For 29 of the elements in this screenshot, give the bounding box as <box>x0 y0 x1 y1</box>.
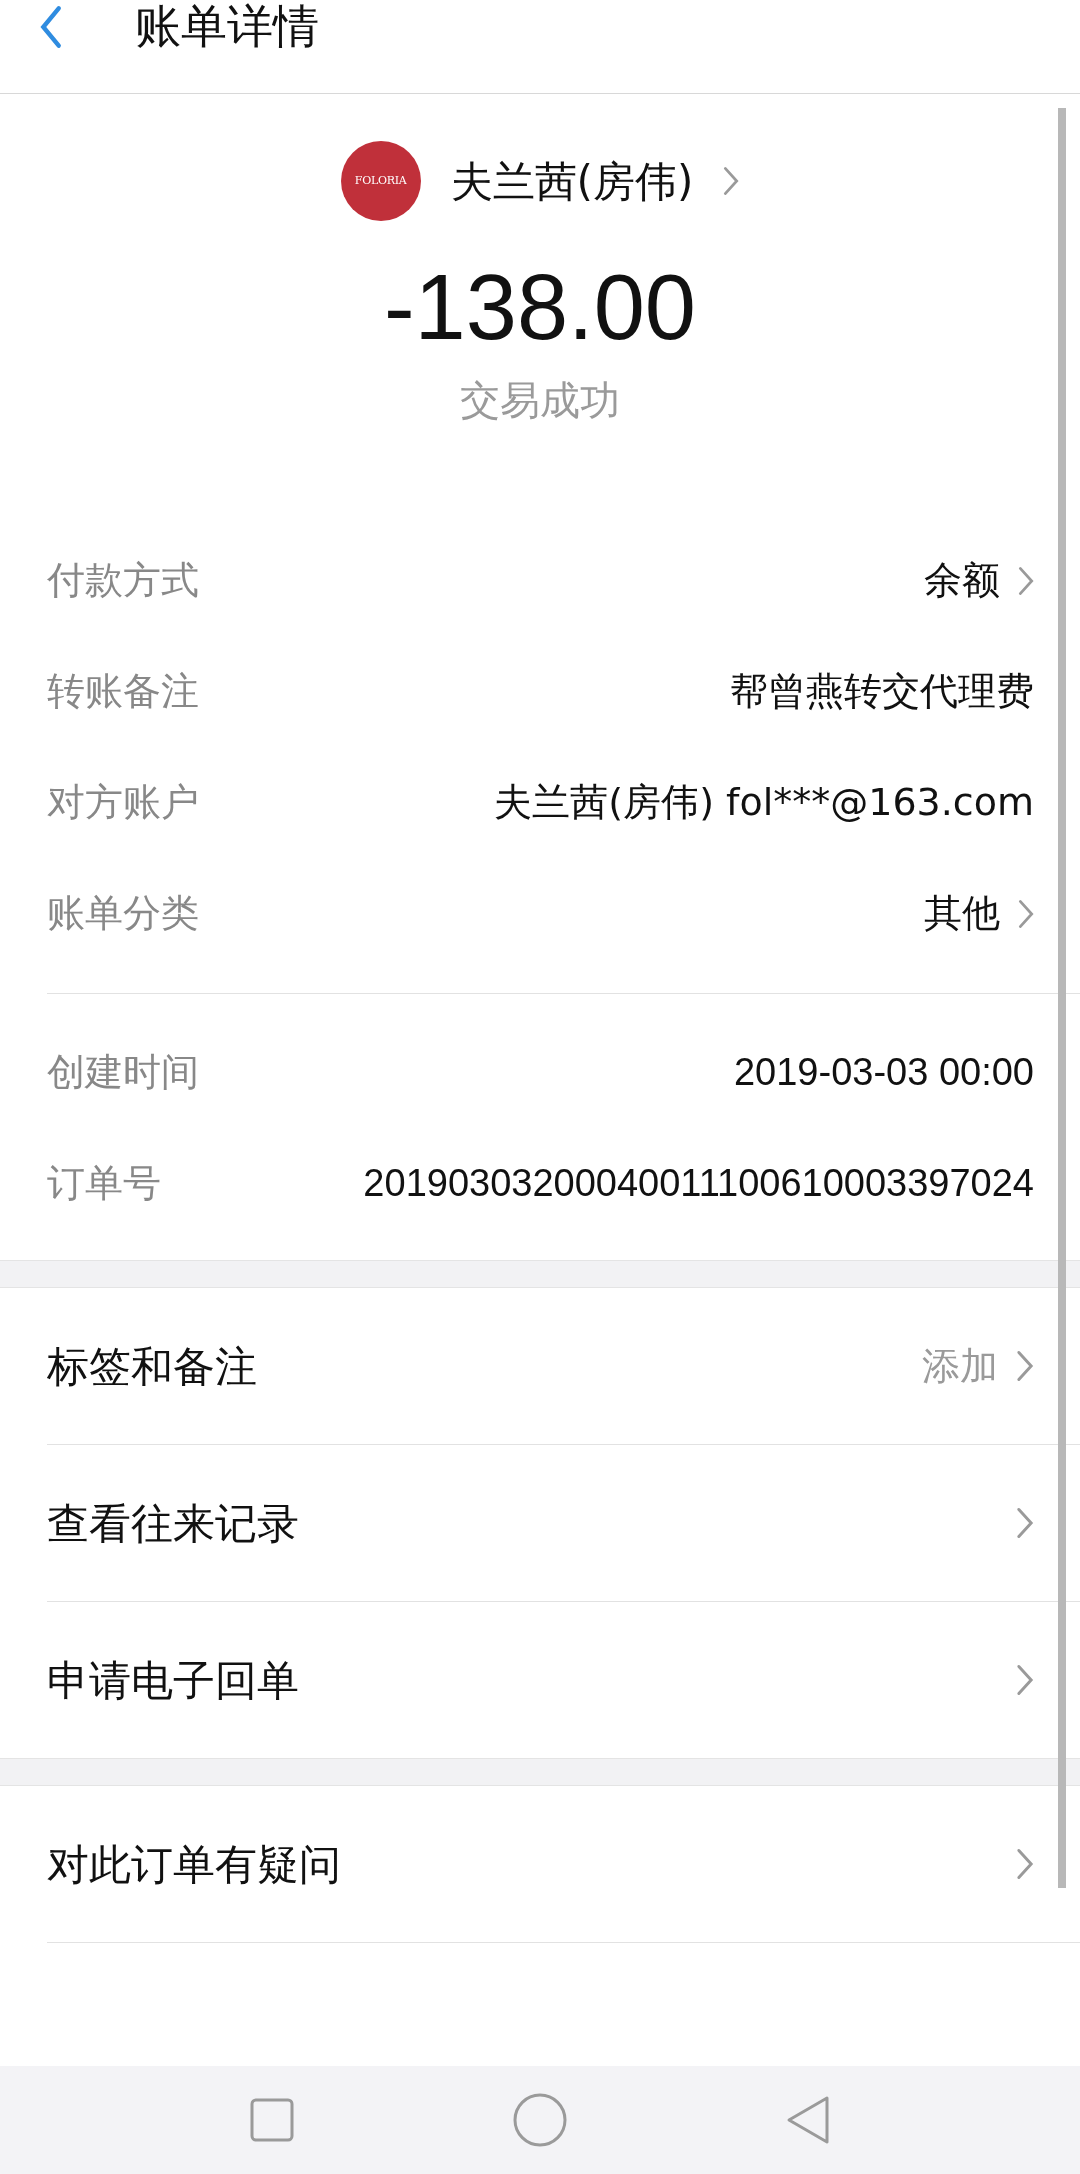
detail-value: 20190303200040011100610003397024 <box>362 1161 1034 1206</box>
chevron-right-icon <box>1016 1507 1034 1539</box>
chevron-right-icon <box>1018 898 1034 929</box>
chevron-right-icon <box>1016 1848 1034 1880</box>
detail-link[interactable]: 其他 <box>924 885 1034 942</box>
detail-value: 帮曾燕转交代理费 <box>730 668 1034 715</box>
detail-value: 2019-03-03 00:00 <box>732 1050 1034 1095</box>
detail-value: 夫兰茜(房伟) fol***@163.com <box>494 779 1034 826</box>
back-nav-button[interactable] <box>785 2095 832 2145</box>
detail-link[interactable]: 余额 <box>924 552 1034 609</box>
recents-button[interactable] <box>248 2097 295 2143</box>
detail-label: 订单号 <box>47 1160 161 1207</box>
chevron-right-icon <box>1016 1350 1034 1382</box>
logo-text: FOLORIA <box>354 172 407 189</box>
merchant-link[interactable]: FOLORIA 夫兰茜(房伟) <box>0 139 1080 223</box>
detail-label: 付款方式 <box>47 557 199 604</box>
status-text: 交易成功 <box>459 376 621 425</box>
menu-hint: 添加 <box>922 1342 998 1390</box>
home-button[interactable] <box>512 2092 568 2148</box>
amount: -138.00 <box>383 257 697 357</box>
chevron-right-icon <box>723 166 740 196</box>
detail-label: 创建时间 <box>47 1049 199 1096</box>
scrollbar[interactable] <box>1058 108 1066 1888</box>
detail-label: 转账备注 <box>47 668 199 715</box>
detail-label: 账单分类 <box>47 890 199 937</box>
page-title: 账单详情 <box>135 0 319 52</box>
chevron-right-icon <box>1018 565 1034 596</box>
chevron-right-icon <box>1016 1664 1034 1696</box>
detail-label: 对方账户 <box>47 779 199 826</box>
